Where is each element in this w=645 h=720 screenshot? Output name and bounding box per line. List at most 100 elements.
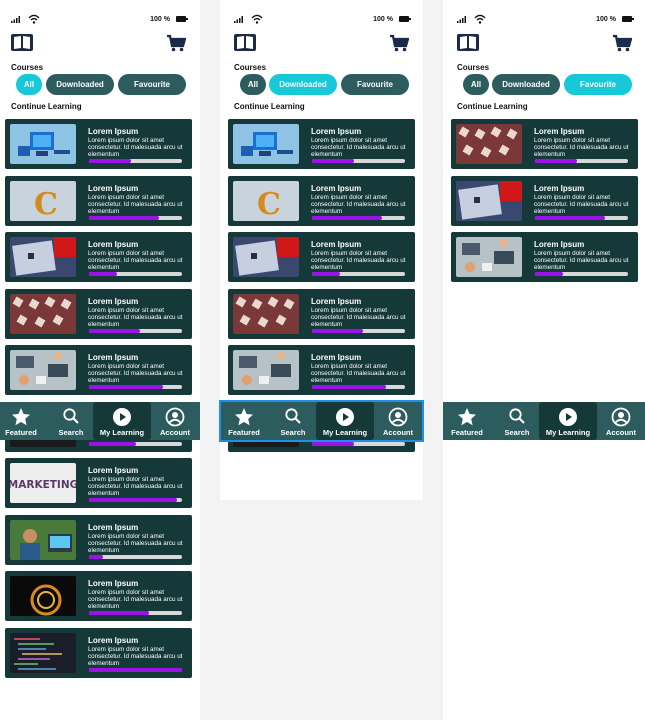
- card-description: Lorem ipsum dolor sit amet consectetur. …: [534, 194, 629, 215]
- cart-icon[interactable]: [612, 34, 632, 52]
- card-description: Lorem ipsum dolor sit amet consectetur. …: [88, 363, 183, 384]
- course-card[interactable]: Lorem Ipsum Lorem ipsum dolor sit amet c…: [451, 232, 638, 282]
- progress-fill: [312, 272, 340, 276]
- course-card[interactable]: MARKETING Lorem Ipsum Lorem ipsum dolor …: [5, 458, 192, 508]
- tablet-thumbnail: [233, 237, 299, 277]
- courses-label: Courses: [234, 63, 267, 72]
- nav-my-learning[interactable]: My Learning: [539, 402, 597, 440]
- course-card[interactable]: Lorem Ipsum Lorem ipsum dolor sit amet c…: [5, 571, 192, 621]
- progress-fill: [312, 329, 364, 333]
- nav-account[interactable]: Account: [600, 402, 642, 440]
- filter-downloaded[interactable]: Downloaded: [492, 74, 560, 95]
- card-description: Lorem ipsum dolor sit amet consectetur. …: [311, 194, 406, 215]
- course-card[interactable]: Lorem Ipsum Lorem ipsum dolor sit amet c…: [5, 119, 192, 169]
- progress-bar: [89, 442, 182, 446]
- nav-label: My Learning: [99, 428, 145, 437]
- nav-my-learning[interactable]: My Learning: [93, 402, 151, 440]
- filter-favourite[interactable]: Favourite: [564, 74, 632, 95]
- card-title: Lorem Ipsum: [311, 240, 362, 249]
- courses-label: Courses: [11, 63, 44, 72]
- screen-all: 100 % Courses All Downloaded Favourite C…: [5, 0, 192, 720]
- cart-icon[interactable]: [389, 34, 409, 52]
- card-title: Lorem Ipsum: [88, 184, 139, 193]
- progress-bar: [535, 216, 628, 220]
- continue-learning-label: Continue Learning: [234, 102, 305, 111]
- svg-text:C: C: [34, 187, 58, 221]
- card-description: Lorem ipsum dolor sit amet consectetur. …: [88, 194, 183, 215]
- nav-account[interactable]: Account: [154, 402, 196, 440]
- progress-fill: [312, 385, 387, 389]
- card-description: Lorem ipsum dolor sit amet consectetur. …: [88, 589, 183, 610]
- signal-icon: [234, 16, 243, 23]
- svg-text:C: C: [257, 187, 281, 221]
- battery-text: 100 %: [373, 16, 393, 23]
- course-card[interactable]: C Lorem Ipsum Lorem ipsum dolor sit amet…: [228, 176, 415, 226]
- wifi-icon: [474, 14, 486, 24]
- progress-bar: [89, 555, 182, 559]
- status-bar: 100 %: [234, 14, 411, 26]
- card-title: Lorem Ipsum: [311, 353, 362, 362]
- course-card[interactable]: Lorem Ipsum Lorem ipsum dolor sit amet c…: [228, 119, 415, 169]
- progress-bar: [312, 442, 405, 446]
- filter-all[interactable]: All: [463, 74, 489, 95]
- course-card[interactable]: Lorem Ipsum Lorem ipsum dolor sit amet c…: [451, 176, 638, 226]
- course-card[interactable]: Lorem Ipsum Lorem ipsum dolor sit amet c…: [228, 289, 415, 339]
- course-card[interactable]: Lorem Ipsum Lorem ipsum dolor sit amet c…: [228, 232, 415, 282]
- card-title: Lorem Ipsum: [534, 184, 585, 193]
- card-description: Lorem ipsum dolor sit amet consectetur. …: [88, 250, 183, 271]
- filter-favourite[interactable]: Favourite: [341, 74, 409, 95]
- signal-icon: [457, 16, 466, 23]
- book-icon[interactable]: [457, 33, 479, 51]
- book-icon[interactable]: [11, 33, 33, 51]
- star-icon: [458, 408, 476, 426]
- filter-downloaded[interactable]: Downloaded: [46, 74, 114, 95]
- progress-bar: [89, 159, 182, 163]
- progress-bar: [89, 498, 182, 502]
- course-card[interactable]: Lorem Ipsum Lorem ipsum dolor sit amet c…: [228, 345, 415, 395]
- filter-favourite[interactable]: Favourite: [118, 74, 186, 95]
- play-icon: [113, 408, 131, 426]
- card-description: Lorem ipsum dolor sit amet consectetur. …: [311, 363, 406, 384]
- card-title: Lorem Ipsum: [88, 579, 139, 588]
- tiles-thumbnail: [233, 294, 299, 334]
- course-card[interactable]: Lorem Ipsum Lorem ipsum dolor sit amet c…: [5, 345, 192, 395]
- progress-bar: [89, 272, 182, 276]
- progress-fill: [89, 668, 182, 672]
- nav-label: Search: [504, 428, 530, 437]
- tiles-thumbnail: [10, 294, 76, 334]
- course-card[interactable]: Lorem Ipsum Lorem ipsum dolor sit amet c…: [5, 628, 192, 678]
- continue-learning-label: Continue Learning: [457, 102, 528, 111]
- desk-thumbnail: [233, 350, 299, 390]
- filter-downloaded[interactable]: Downloaded: [269, 74, 337, 95]
- progress-fill: [89, 159, 131, 163]
- filter-all[interactable]: All: [16, 74, 42, 95]
- desk-thumbnail: [10, 350, 76, 390]
- filter-all[interactable]: All: [240, 74, 266, 95]
- play-icon: [559, 408, 577, 426]
- course-card[interactable]: Lorem Ipsum Lorem ipsum dolor sit amet c…: [5, 289, 192, 339]
- card-title: Lorem Ipsum: [88, 353, 139, 362]
- course-card[interactable]: C Lorem Ipsum Lorem ipsum dolor sit amet…: [5, 176, 192, 226]
- card-description: Lorem ipsum dolor sit amet consectetur. …: [311, 137, 406, 158]
- progress-bar: [312, 329, 405, 333]
- cart-icon[interactable]: [166, 34, 186, 52]
- nav-search[interactable]: Search: [50, 402, 92, 440]
- progress-bar: [89, 329, 182, 333]
- course-card[interactable]: Lorem Ipsum Lorem ipsum dolor sit amet c…: [5, 515, 192, 565]
- nav-featured[interactable]: Featured: [446, 402, 488, 440]
- ring-thumbnail: [10, 576, 76, 616]
- progress-fill: [89, 385, 164, 389]
- nav-label: Account: [606, 428, 636, 437]
- nav-search[interactable]: Search: [496, 402, 538, 440]
- person-thumbnail: [10, 520, 76, 560]
- card-title: Lorem Ipsum: [311, 297, 362, 306]
- nav-label: Search: [58, 428, 84, 437]
- card-title: Lorem Ipsum: [88, 240, 139, 249]
- course-card[interactable]: Lorem Ipsum Lorem ipsum dolor sit amet c…: [451, 119, 638, 169]
- nav-label: Featured: [451, 428, 483, 437]
- nav-featured[interactable]: Featured: [0, 402, 42, 440]
- account-icon: [611, 407, 631, 427]
- book-icon[interactable]: [234, 33, 256, 51]
- progress-fill: [89, 442, 136, 446]
- course-card[interactable]: Lorem Ipsum Lorem ipsum dolor sit amet c…: [5, 232, 192, 282]
